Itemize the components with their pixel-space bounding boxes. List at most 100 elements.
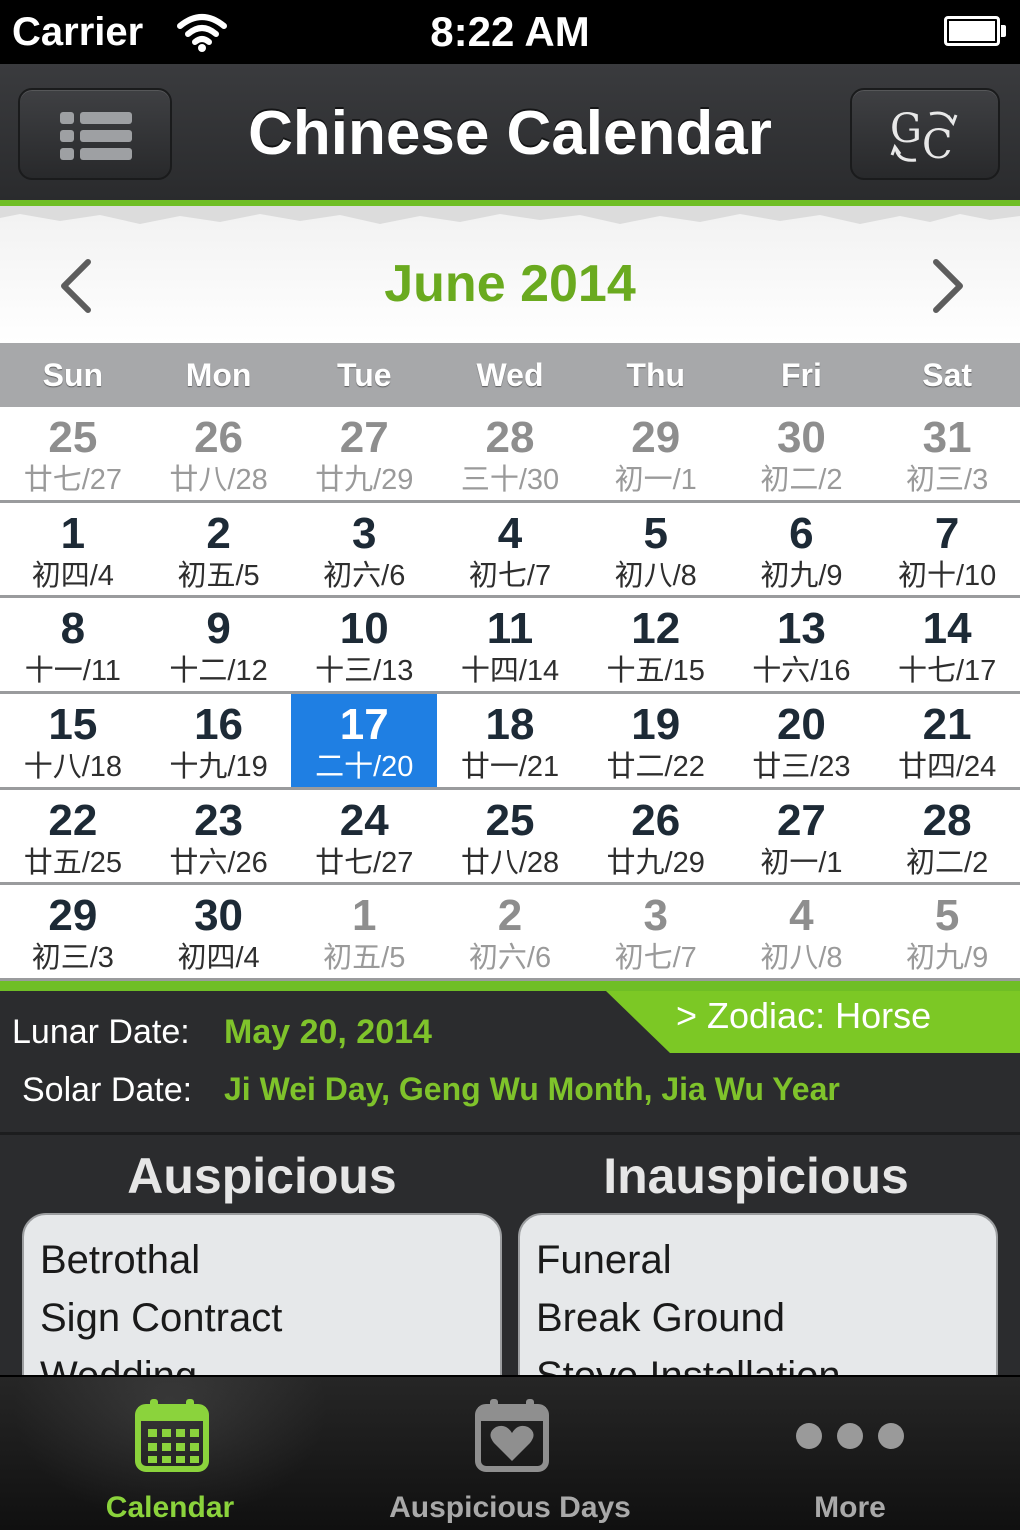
calendar-day-cell[interactable]: 25 廿七/27	[0, 407, 146, 500]
day-number: 1	[60, 508, 86, 558]
day-number: 27	[776, 795, 826, 845]
lunar-date: 十四/14	[460, 655, 560, 688]
tab-more[interactable]: More	[680, 1377, 1020, 1530]
month-title: June 2014	[384, 255, 636, 313]
calendar-day-cell[interactable]: 24 廿七/27	[291, 790, 437, 883]
list-item: Betrothal	[40, 1238, 201, 1282]
calendar-day-cell[interactable]: 29 初三/3	[0, 885, 146, 978]
calendar-day-cell[interactable]: 19 廿二/22	[583, 694, 729, 787]
day-number: 25	[485, 795, 535, 845]
calendar-day-cell[interactable]: 5 初八/8	[583, 503, 729, 596]
day-number: 5	[934, 891, 960, 941]
auspicious-list[interactable]: Betrothal Sign Contract Wedding	[22, 1213, 502, 1375]
lunar-date: 初十/10	[897, 559, 997, 592]
calendar-day-cell[interactable]: 27 初一/1	[729, 790, 875, 883]
day-number: 10	[339, 604, 389, 654]
inauspicious-list[interactable]: Funeral Break Ground Stove Installation	[518, 1213, 998, 1375]
calendar-day-cell[interactable]: 21 廿四/24	[874, 694, 1020, 787]
calendar-icon	[135, 1399, 209, 1472]
lunar-date: 初三/3	[31, 942, 114, 975]
calendar-day-cell[interactable]: 29 初一/1	[583, 407, 729, 500]
calendar-day-cell[interactable]: 15 十八/18	[0, 694, 146, 787]
calendar-day-cell[interactable]: 16 十九/19	[146, 694, 292, 787]
calendar-day-cell[interactable]: 20 廿三/23	[729, 694, 875, 787]
calendar-day-cell[interactable]: 26 廿九/29	[583, 790, 729, 883]
lunar-date: 初九/9	[906, 942, 989, 975]
calendar-day-cell[interactable]: 10 十三/13	[291, 598, 437, 691]
day-number: 3	[352, 508, 377, 558]
tab-label: More	[814, 1491, 886, 1524]
calendar-day-cell[interactable]: 30 初二/2	[729, 407, 875, 500]
day-number: 28	[485, 413, 535, 462]
lunar-date: 廿三/23	[752, 751, 851, 783]
calendar-grid: 25 廿七/27 26 廿八/28 27 廿九/29 28 三十/30 29 初一/1 30 初二/2…	[0, 407, 1020, 981]
calendar-day-cell[interactable]: 13 十六/16	[729, 598, 875, 691]
weekday-header: Sun Mon Tue Wed Thu Fri Sat	[0, 343, 1020, 407]
day-number: 15	[48, 700, 98, 749]
calendar-day-cell[interactable]: 6 初九/9	[729, 503, 875, 596]
calendar-day-cell[interactable]: 11 十四/14	[437, 598, 583, 691]
lunar-date: 初九/9	[760, 559, 843, 592]
day-number: 17	[339, 700, 389, 749]
calendar-day-cell[interactable]: 1 初四/4	[0, 503, 146, 596]
battery-icon	[944, 16, 1006, 46]
gc-convert-icon: G C	[886, 104, 968, 168]
calendar-day-cell[interactable]: 3 初六/6	[291, 503, 437, 596]
lunar-date: 廿八/28	[169, 464, 268, 496]
calendar-day-cell[interactable]: 31 初三/3	[874, 407, 1020, 500]
weekday-sun: Sun	[42, 357, 104, 393]
weekday-tue: Tue	[337, 357, 392, 393]
day-number: 13	[776, 604, 826, 654]
day-number: 12	[631, 604, 681, 654]
tab-auspicious-days[interactable]: Auspicious Days	[340, 1377, 680, 1530]
calendar-day-cell[interactable]: 1 初五/5	[291, 885, 437, 978]
calendar-day-cell[interactable]: 2 初五/5	[146, 503, 292, 596]
calendar-day-cell[interactable]: 30 初四/4	[146, 885, 292, 978]
month-header: June 2014	[0, 200, 1020, 343]
calendar-day-cell[interactable]: 25 廿八/28	[437, 790, 583, 883]
day-number: 31	[922, 413, 972, 462]
lunar-date: 初七/7	[614, 942, 697, 975]
lunar-date: 十一/11	[24, 655, 121, 688]
lunar-date: 廿一/21	[460, 751, 560, 783]
calendar-day-cell[interactable]: 14 十七/17	[874, 598, 1020, 691]
tab-calendar[interactable]: Calendar	[0, 1377, 340, 1530]
calendar-day-cell[interactable]: 27 廿九/29	[291, 407, 437, 500]
calendar-day-cell[interactable]: 9 十二/12	[146, 598, 292, 691]
lunar-date: 廿四/24	[897, 751, 997, 783]
lunar-date: 初八/8	[760, 942, 843, 975]
calendar-day-cell[interactable]: 3 初七/7	[583, 885, 729, 978]
lunar-date: 十六/16	[752, 655, 851, 688]
date-info-panel: > Zodiac: Horse Lunar Date: May 20, 2014…	[0, 981, 1020, 1135]
calendar-day-cell[interactable]: 8 十一/11	[0, 598, 146, 691]
calendar-day-cell[interactable]: 4 初八/8	[729, 885, 875, 978]
navigation-bar: Chinese Calendar G C	[0, 64, 1020, 200]
day-number: 9	[206, 604, 231, 654]
calendar-day-cell[interactable]: 12 十五/15	[583, 598, 729, 691]
day-number: 2	[497, 891, 523, 941]
zodiac-link[interactable]: > Zodiac: Horse	[676, 995, 931, 1037]
lunar-date: 初一/1	[760, 846, 843, 879]
calendar-day-cell[interactable]: 7 初十/10	[874, 503, 1020, 596]
calendar-day-cell[interactable]: 4 初七/7	[437, 503, 583, 596]
calendar-day-cell[interactable]: 23 廿六/26	[146, 790, 292, 883]
lunar-date: 廿六/26	[169, 846, 268, 879]
calendar-day-cell[interactable]: 28 三十/30	[437, 407, 583, 500]
lunar-date: 初一/1	[614, 464, 697, 496]
more-icon	[792, 1417, 908, 1457]
calendar-day-cell[interactable]: 2 初六/6	[437, 885, 583, 978]
calendar-day-cell[interactable]: 18 廿一/21	[437, 694, 583, 787]
calendar-convert-button[interactable]: G C	[850, 88, 1000, 180]
day-number: 25	[48, 413, 98, 462]
day-number: 30	[776, 413, 826, 462]
lunar-date: 廿九/29	[315, 464, 414, 496]
calendar-day-cell[interactable]: 28 初二/2	[874, 790, 1020, 883]
lunar-date: 初三/3	[906, 464, 989, 496]
day-number: 4	[789, 891, 814, 941]
calendar-day-cell[interactable]: 5 初九/9	[874, 885, 1020, 978]
calendar-day-cell[interactable]: 22 廿五/25	[0, 790, 146, 883]
day-number: 3	[643, 891, 668, 941]
calendar-day-cell-selected[interactable]: 17 二十/20	[291, 694, 438, 787]
calendar-day-cell[interactable]: 26 廿八/28	[146, 407, 292, 500]
next-month-button[interactable]	[928, 256, 968, 316]
